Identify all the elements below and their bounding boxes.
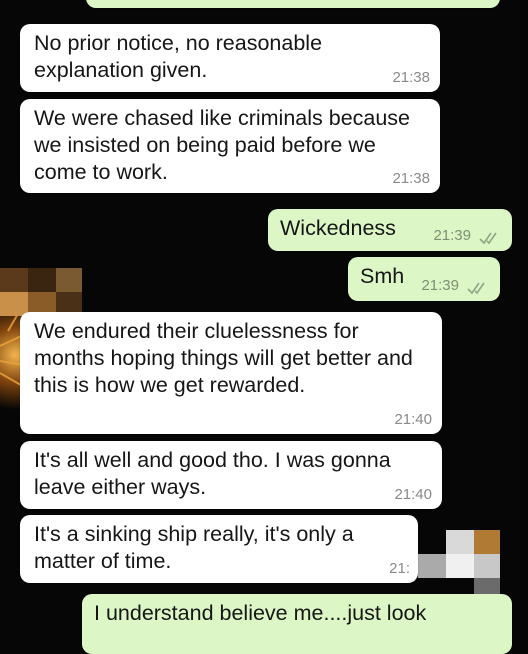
pixelated-blur-block [28,268,56,292]
pixelated-blur-block [474,554,500,578]
message-timestamp: 21:40 [394,486,432,503]
pixelated-blur-block [0,268,28,292]
message-timestamp: 21:40 [394,411,432,428]
message-bubble-incoming[interactable]: We were chased like criminals because we… [20,99,440,193]
read-double-check-icon [479,232,497,245]
message-text: It's a sinking ship really, it's only a … [34,522,360,573]
message-bubble-outgoing[interactable]: Wickedness 21:39 [268,209,512,251]
message-text: I understand believe me....just look [94,601,427,625]
message-text: We were chased like criminals because we… [34,106,417,184]
message-timestamp: 21:39 [421,277,459,294]
pixelated-blur-block [474,530,500,554]
message-text: We endured their cluelessness for months… [34,319,419,397]
message-bubble-outgoing[interactable]: I understand believe me....just look [82,594,512,654]
pixelated-blur-block [446,530,474,554]
message-bubble-outgoing[interactable]: Smh 21:39 [348,257,500,301]
pixelated-blur-block [446,554,474,578]
pixelated-blur-block [0,292,28,316]
message-bubble-incoming[interactable]: It's all well and good tho. I was gonna … [20,441,442,509]
message-bubble-incoming[interactable]: It's a sinking ship really, it's only a … [20,515,418,583]
message-bubble-incoming[interactable]: No prior notice, no reasonable explanati… [20,24,440,92]
pixelated-blur-block [418,554,446,578]
message-timestamp: 21:38 [392,170,430,187]
pixelated-blur-block [56,268,82,292]
message-timestamp: 21:39 [433,227,471,244]
message-text: It's all well and good tho. I was gonna … [34,448,397,499]
read-double-check-icon [467,282,485,295]
message-text: No prior notice, no reasonable explanati… [34,31,329,82]
message-timestamp: 21: [389,560,410,577]
message-timestamp: 21:38 [392,69,430,86]
previous-message-bubble-edge [86,0,500,8]
message-bubble-incoming[interactable]: We endured their cluelessness for months… [20,312,442,434]
